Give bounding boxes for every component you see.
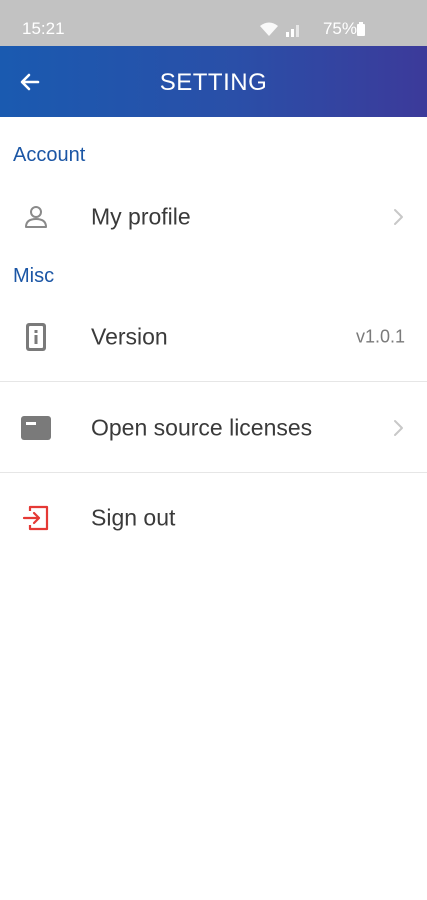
wifi-icon: [259, 21, 279, 42]
section-header-misc: Misc: [13, 265, 55, 287]
my-profile-label: My profile: [91, 203, 191, 230]
battery-icon: [357, 22, 365, 36]
sign-out-item[interactable]: Sign out: [0, 486, 427, 550]
signal-icon: [285, 20, 303, 43]
license-card-icon: [20, 412, 52, 444]
divider: [0, 381, 427, 382]
app-bar: SETTING: [0, 46, 427, 117]
battery-percentage: 75%: [322, 19, 357, 38]
sign-out-label: Sign out: [91, 504, 176, 531]
page-title: SETTING: [159, 69, 268, 96]
chevron-right-icon: [391, 207, 405, 227]
version-label: Version: [91, 323, 168, 350]
my-profile-item[interactable]: My profile: [0, 185, 427, 249]
status-time: 15:21: [22, 19, 65, 38]
chevron-right-icon: [391, 418, 405, 438]
sign-out-icon: [20, 502, 52, 534]
version-value: v1.0.1: [355, 326, 405, 347]
section-header-account: Account: [13, 144, 86, 166]
divider: [0, 472, 427, 473]
open-source-licenses-item[interactable]: Open source licenses: [0, 396, 427, 460]
version-item: Version v1.0.1: [0, 305, 427, 369]
open-source-licenses-label: Open source licenses: [91, 414, 313, 441]
info-card-icon: [20, 321, 52, 353]
status-bar: 15:21 75%: [0, 0, 427, 46]
person-icon: [20, 201, 52, 233]
